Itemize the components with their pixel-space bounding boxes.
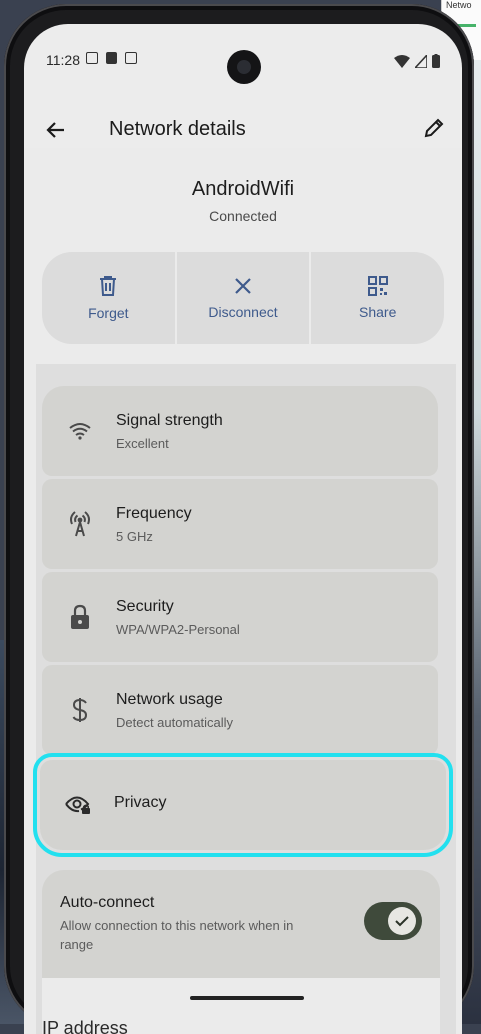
- network-status: Connected: [209, 208, 277, 224]
- ip-address-label: IP address: [42, 1018, 128, 1034]
- close-icon: [235, 278, 251, 294]
- frequency-title: Frequency: [116, 505, 192, 522]
- antenna-icon: [66, 510, 94, 538]
- check-icon: [395, 916, 409, 927]
- privacy-title: Privacy: [114, 794, 167, 811]
- phone-screen: 11:28 Network details AndroidWifi Connec…: [24, 24, 462, 1034]
- network-name: AndroidWifi: [191, 178, 295, 200]
- back-arrow-icon[interactable]: [44, 118, 72, 146]
- security-value: WPA/WPA2-Personal: [116, 622, 240, 637]
- action-buttons-group: Forget Disconnect Share: [42, 252, 444, 344]
- frequency-row[interactable]: Frequency 5 GHz: [42, 479, 438, 569]
- frequency-value: 5 GHz: [116, 529, 153, 544]
- privacy-row[interactable]: Privacy: [33, 753, 453, 857]
- disconnect-button[interactable]: Disconnect: [174, 252, 310, 344]
- dollar-icon: [66, 696, 94, 724]
- toggle-knob: [388, 907, 416, 935]
- forget-label: Forget: [88, 305, 129, 321]
- auto-connect-description: Allow connection to this network when in…: [60, 918, 294, 952]
- screenshot-icon: [86, 52, 98, 64]
- sd-card-icon: [106, 52, 117, 64]
- status-time: 11:28: [46, 52, 80, 68]
- security-title: Security: [116, 598, 174, 615]
- cell-signal-icon: [415, 54, 427, 68]
- page-title: Network details: [109, 118, 246, 140]
- network-usage-title: Network usage: [116, 691, 223, 708]
- system-icons: [394, 54, 440, 68]
- eye-lock-icon: [64, 791, 92, 819]
- share-label: Share: [359, 304, 397, 320]
- front-camera: [227, 50, 261, 84]
- home-gesture-bar[interactable]: [190, 996, 304, 1000]
- qr-code-icon: [367, 276, 388, 296]
- background-window-title: Netwo: [446, 0, 472, 10]
- details-content: AndroidWifi Connected Forget Disconnect: [24, 148, 462, 1034]
- signal-strength-title: Signal strength: [116, 412, 223, 429]
- auto-connect-toggle[interactable]: [364, 902, 422, 940]
- auto-connect-title: Auto-connect: [60, 894, 155, 911]
- ip-address-section: IP address: [42, 978, 440, 1034]
- share-button[interactable]: Share: [309, 252, 444, 344]
- signal-strength-row[interactable]: Signal strength Excellent: [42, 386, 438, 476]
- battery-icon: [432, 54, 440, 68]
- signal-strength-value: Excellent: [116, 436, 169, 451]
- network-usage-value: Detect automatically: [116, 715, 234, 730]
- phone-frame: 11:28 Network details AndroidWifi Connec…: [4, 4, 474, 1034]
- trash-icon: [100, 276, 117, 296]
- lock-icon: [66, 603, 94, 631]
- security-row[interactable]: Security WPA/WPA2-Personal: [42, 572, 438, 662]
- notification-icons: [86, 52, 137, 64]
- edit-pencil-icon[interactable]: [422, 116, 450, 144]
- wifi-icon: [66, 417, 94, 445]
- app-notification-icon: [125, 52, 137, 64]
- network-usage-row[interactable]: Network usage Detect automatically: [42, 665, 438, 755]
- wifi-status-icon: [394, 54, 410, 68]
- disconnect-label: Disconnect: [208, 304, 278, 320]
- forget-button[interactable]: Forget: [42, 252, 175, 344]
